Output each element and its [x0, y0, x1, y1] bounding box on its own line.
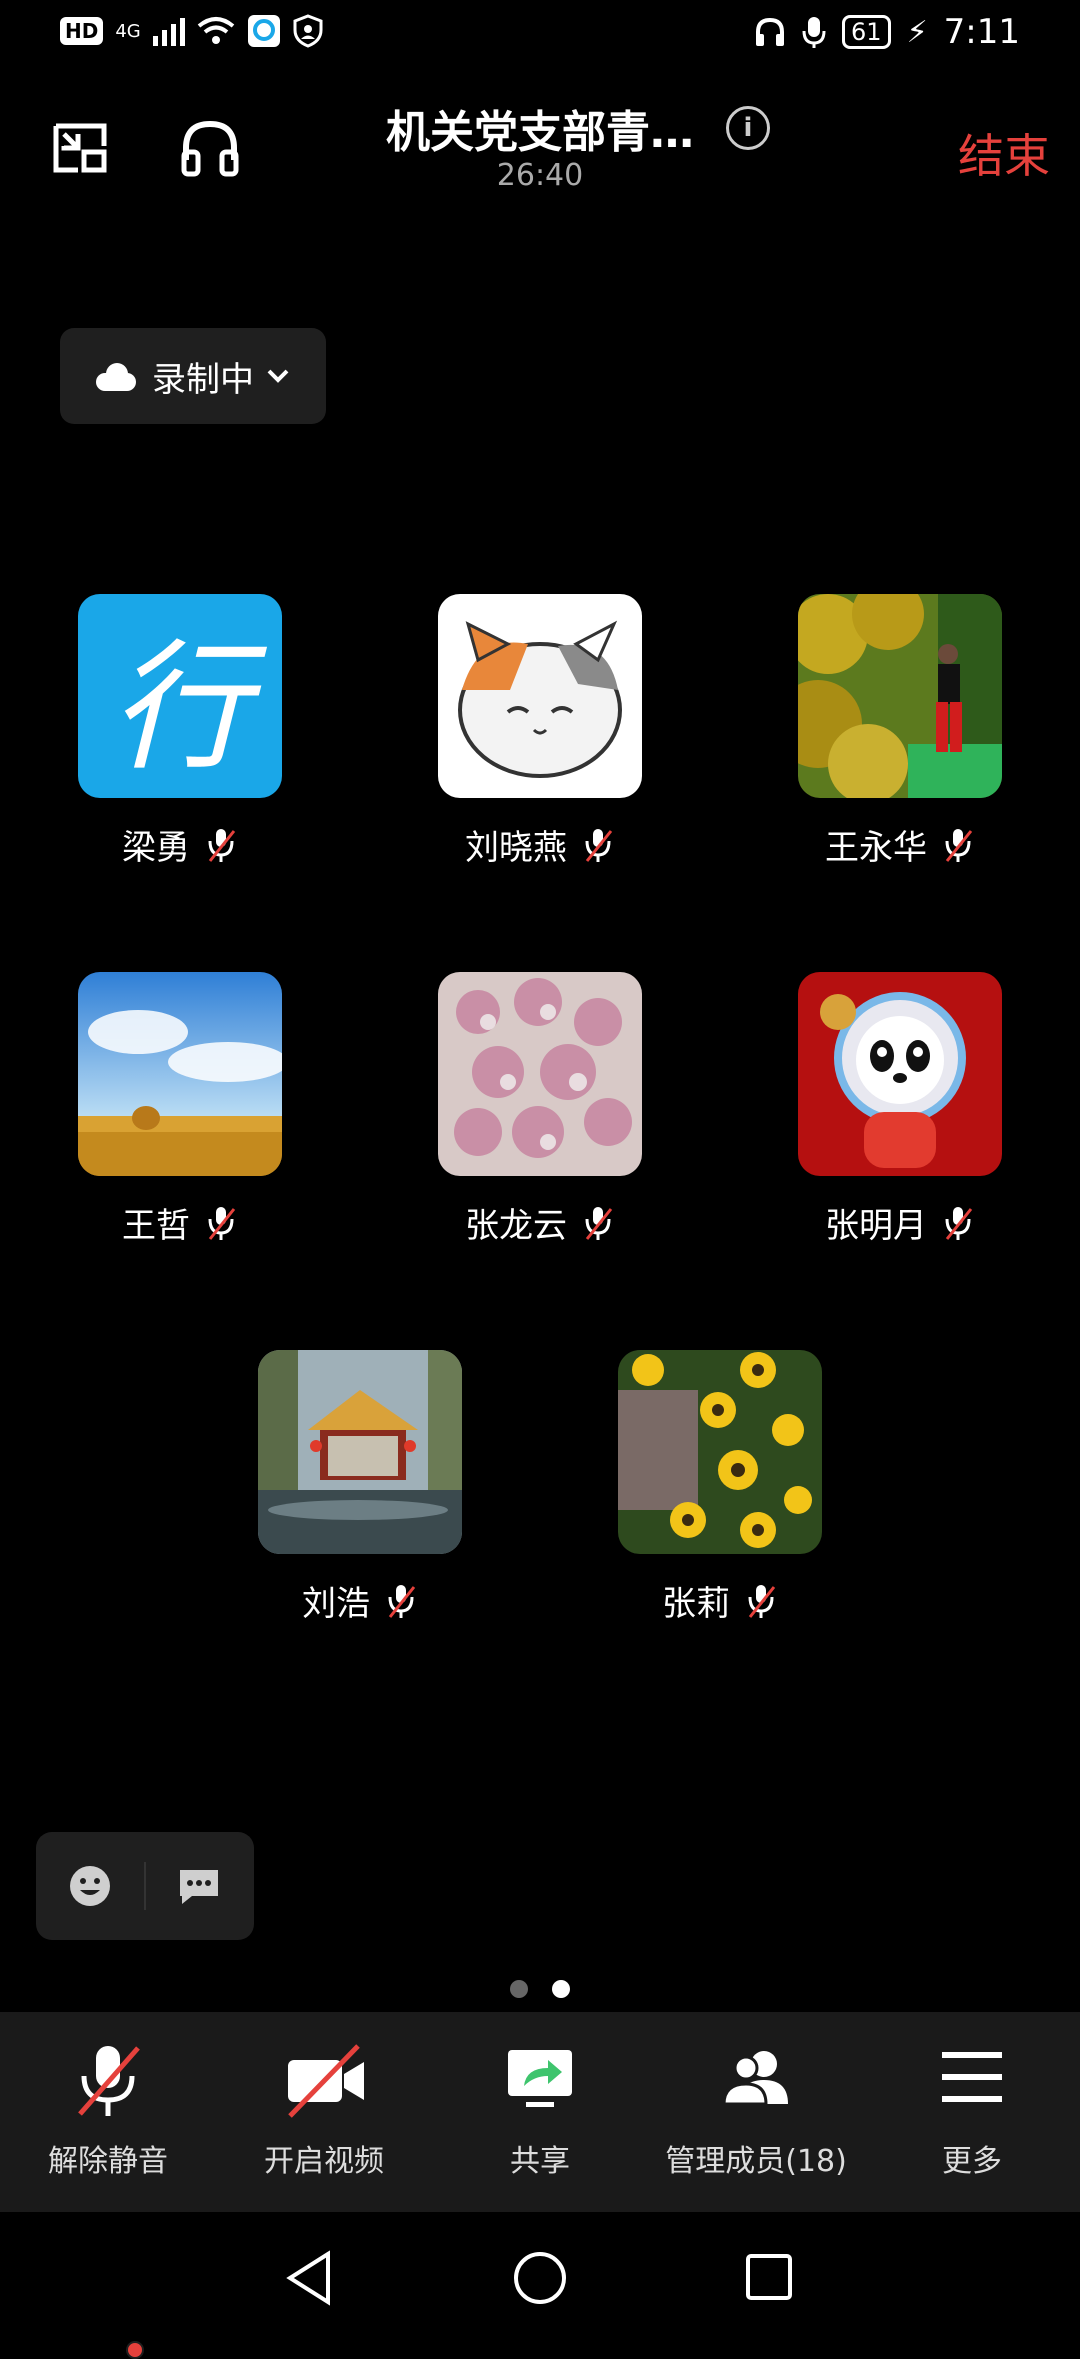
- participant-tile[interactable]: 张莉: [570, 1350, 870, 1650]
- share-screen-icon: [508, 2050, 572, 2107]
- manage-members-label: 管理成员(18): [665, 2144, 847, 2179]
- participant-name: 梁勇: [122, 828, 190, 868]
- wifi-icon: [197, 17, 235, 44]
- info-icon[interactable]: i: [726, 106, 770, 150]
- signal-icon: [152, 16, 185, 46]
- members-icon: [722, 2051, 788, 2106]
- participant-tile[interactable]: 张明月: [750, 972, 1050, 1272]
- recents-icon[interactable]: [744, 2252, 794, 2302]
- video-off-icon: [288, 2044, 364, 2118]
- end-meeting-button[interactable]: 结束: [958, 120, 1050, 186]
- mic-muted-icon: [388, 1584, 416, 1618]
- avatar[interactable]: [438, 594, 642, 798]
- page-dot-1[interactable]: [510, 1980, 528, 1998]
- cloud-record-icon: [96, 361, 144, 2359]
- more-button[interactable]: 更多: [864, 2012, 1080, 2212]
- participant-name-row: 王永华: [750, 820, 1050, 869]
- avatar[interactable]: [798, 972, 1002, 1176]
- mic-muted-icon: [748, 1584, 776, 1618]
- avatar[interactable]: 行: [78, 594, 282, 798]
- chevron-down-icon: [267, 369, 289, 383]
- participant-tile[interactable]: 刘浩: [210, 1350, 510, 1650]
- menu-icon: [942, 2052, 1002, 2102]
- meeting-duration: 26:40: [496, 158, 584, 193]
- avatar[interactable]: [258, 1350, 462, 1554]
- participant-tile[interactable]: 行梁勇: [30, 594, 330, 894]
- manage-members-button[interactable]: 管理成员(18): [648, 2012, 864, 2212]
- hd-badge: HD: [60, 17, 104, 45]
- mic-muted-icon: [208, 828, 236, 862]
- avatar[interactable]: [618, 1350, 822, 1554]
- participant-name-row: 张莉: [570, 1576, 870, 1625]
- avatar[interactable]: [78, 972, 282, 1176]
- status-bar: HD 4G 61 ⚡ 7:11: [0, 0, 1080, 72]
- mic-muted-icon: [585, 1206, 613, 1240]
- system-nav-bar: [0, 2212, 1080, 2340]
- shield-icon: [293, 14, 323, 48]
- unmute-button[interactable]: 解除静音: [0, 2012, 216, 2212]
- participant-name: 张莉: [662, 1584, 730, 1624]
- mic-status-icon: [802, 17, 826, 48]
- divider: [144, 1862, 146, 1910]
- share-label: 共享: [510, 2144, 570, 2179]
- mic-muted-icon: [208, 1206, 236, 1240]
- participant-tile[interactable]: 王哲: [30, 972, 330, 1272]
- status-right: 61 ⚡ 7:11: [754, 12, 1020, 52]
- avatar[interactable]: [438, 972, 642, 1176]
- mic-muted-icon: [945, 828, 973, 862]
- avatar-logo-text: 行: [78, 594, 282, 798]
- participant-name: 张龙云: [465, 1206, 567, 1246]
- participant-name-row: 梁勇: [30, 820, 330, 869]
- participant-name: 王哲: [122, 1206, 190, 1246]
- bottom-toolbar: 解除静音 开启视频 共享 管理成员(18) 更多: [0, 2012, 1080, 2212]
- more-label: 更多: [942, 2144, 1002, 2179]
- recording-status-button[interactable]: 录制中: [60, 328, 326, 2359]
- page-dot-2-active[interactable]: [552, 1980, 570, 1998]
- unmute-label: 解除静音: [48, 2144, 168, 2179]
- charging-icon: ⚡: [906, 14, 928, 50]
- participant-name-row: 王哲: [30, 1198, 330, 1247]
- clock: 7:11: [943, 12, 1020, 52]
- start-video-button[interactable]: 开启视频: [216, 2012, 432, 2212]
- participant-name: 王永华: [825, 828, 927, 868]
- mic-muted-icon: [585, 828, 613, 862]
- participant-tile[interactable]: 王永华: [750, 594, 1050, 894]
- participant-name-row: 张龙云: [390, 1198, 690, 1247]
- home-icon[interactable]: [512, 2250, 568, 2306]
- participant-tile[interactable]: 刘晓燕: [390, 594, 690, 894]
- participant-name-row: 刘浩: [210, 1576, 510, 1625]
- mic-muted-icon: [945, 1206, 973, 1240]
- recording-label: 录制中: [152, 359, 254, 400]
- battery-indicator: 61: [842, 15, 891, 49]
- avatar[interactable]: [798, 594, 1002, 798]
- meeting-title[interactable]: 机关党支部青…: [0, 96, 1080, 160]
- share-button[interactable]: 共享: [432, 2012, 648, 2212]
- participant-name-row: 刘晓燕: [390, 820, 690, 869]
- participant-tile[interactable]: 张龙云: [390, 972, 690, 1272]
- headphones-status-icon: [756, 17, 785, 46]
- participant-name-row: 张明月: [750, 1198, 1050, 1247]
- mic-muted-icon: [78, 2046, 140, 2116]
- participant-name: 刘晓燕: [465, 828, 567, 868]
- reactions-chat-pill: [36, 1832, 254, 1940]
- chat-app-icon: [247, 15, 280, 47]
- back-icon[interactable]: [284, 2250, 336, 2306]
- emoji-icon[interactable]: [68, 1864, 112, 1908]
- chat-icon[interactable]: [176, 1866, 222, 1908]
- start-video-label: 开启视频: [264, 2144, 384, 2179]
- status-left: HD 4G: [60, 14, 323, 48]
- participant-name: 刘浩: [302, 1584, 370, 1624]
- participant-name: 张明月: [825, 1206, 927, 1246]
- network-type: 4G: [115, 20, 141, 42]
